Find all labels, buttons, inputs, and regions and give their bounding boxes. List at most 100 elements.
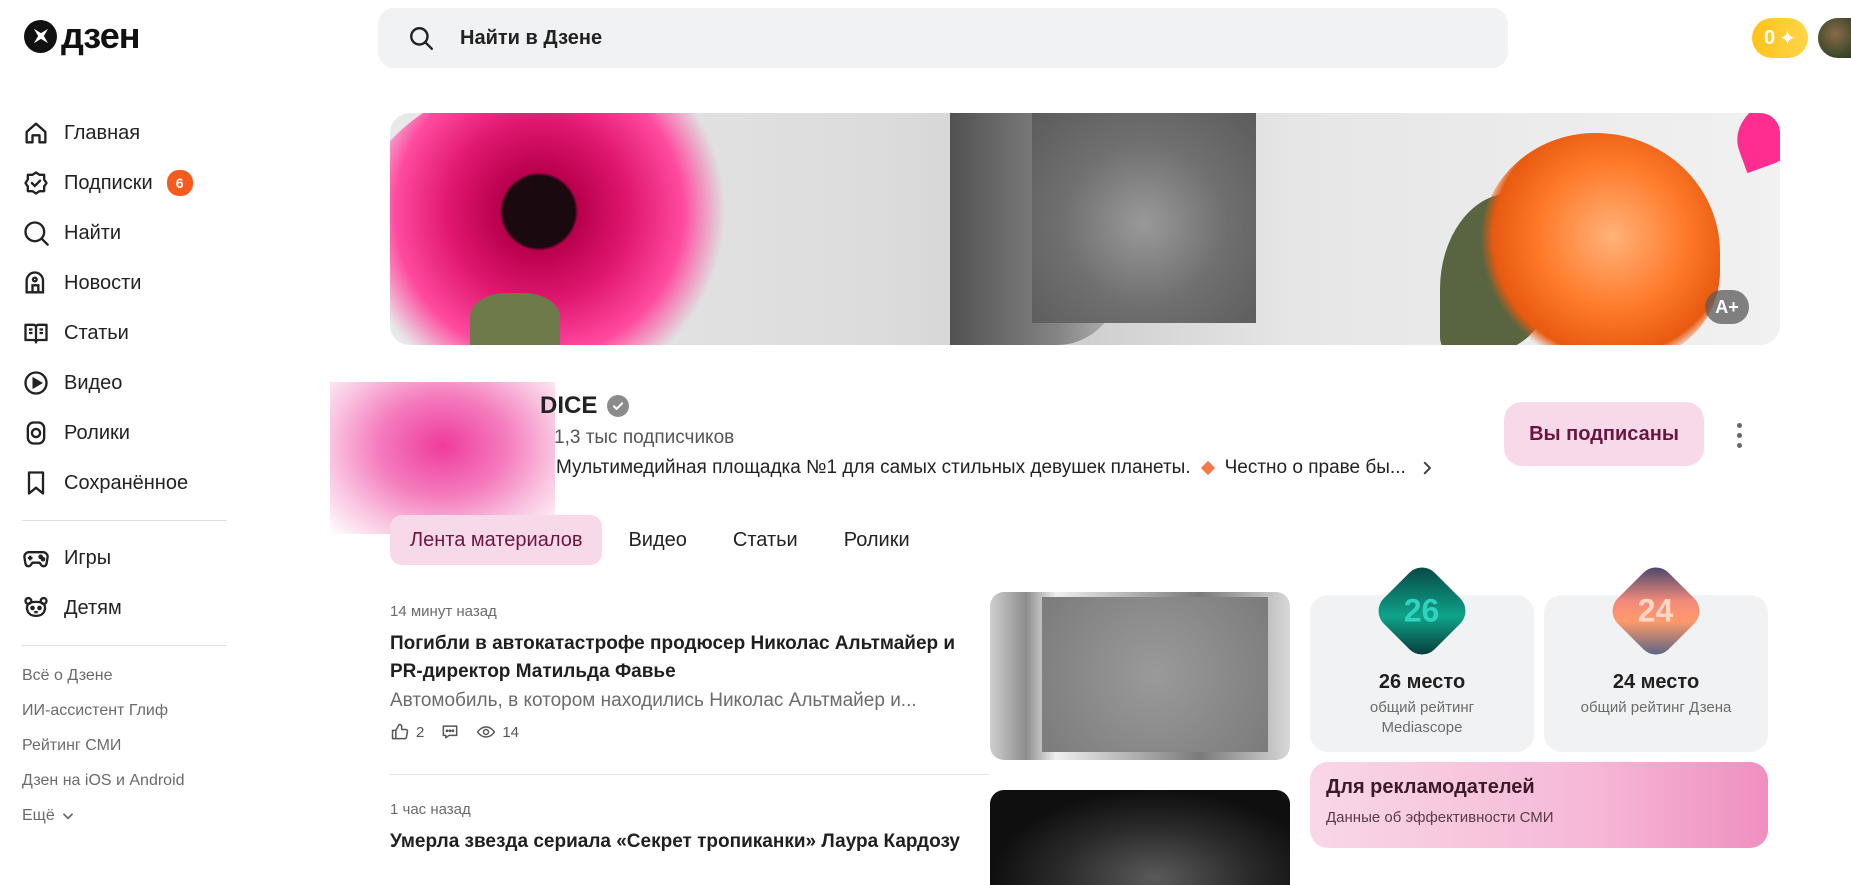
tab-video[interactable]: Видео (608, 515, 706, 565)
kids-icon (24, 596, 48, 618)
shorts-icon (26, 421, 46, 445)
feed-item-title[interactable]: Погибли в автокатастрофе продюсер Никола… (390, 630, 980, 686)
banner-blurred-area (1032, 113, 1256, 323)
banner-stem-image (470, 293, 560, 345)
video-icon (24, 371, 48, 395)
description-part-2: Честно о праве бы... (1224, 457, 1406, 478)
feed-item[interactable]: 14 минут назад Погибли в автокатастрофе … (390, 603, 980, 742)
feed-item-snippet: Автомобиль, в котором находились Николас… (390, 690, 917, 711)
subscriptions-badge: 6 (166, 170, 193, 196)
like-count: 2 (416, 723, 425, 741)
feed-item-thumbnail[interactable] (990, 790, 1290, 885)
sidebar-item-news[interactable]: Новости (22, 258, 227, 308)
banner-rose-image (1480, 133, 1720, 345)
views-count: 14 (502, 723, 520, 741)
rating-description: общий рейтинг Дзена (1580, 699, 1732, 716)
sidebar-item-search[interactable]: Найти (22, 208, 227, 258)
sidebar-item-subscriptions[interactable]: Подписки 6 (22, 158, 227, 208)
sidebar-item-saved[interactable]: Сохранённое (22, 458, 227, 508)
coins-count: 0 (1764, 26, 1776, 49)
sidebar-item-label: Видео (64, 371, 123, 394)
more-options-icon[interactable] (1726, 418, 1752, 452)
tab-shorts[interactable]: Ролики (824, 515, 930, 565)
rating-number: 26 (1404, 592, 1440, 629)
verified-icon (607, 395, 630, 417)
rating-place: 24 место (1612, 671, 1700, 693)
footer-link-assistant[interactable]: ИИ-ассистент Глиф (22, 693, 227, 728)
sidebar-item-articles[interactable]: Статьи (22, 308, 227, 358)
sidebar-item-label: Подписки (64, 171, 153, 194)
advertisers-subtitle: Данные об эффективности СМИ (1326, 809, 1554, 826)
sidebar-item-label: Ролики (64, 421, 130, 444)
channel-description[interactable]: Мультимедийная площадка №1 для самых сти… (556, 457, 1436, 479)
dzen-star-icon (24, 19, 57, 53)
rating-place: 26 место (1378, 671, 1466, 693)
sidebar-item-label: Сохранённое (64, 471, 189, 494)
user-avatar[interactable] (1818, 18, 1851, 58)
sidebar-divider (22, 520, 227, 521)
subscribed-button[interactable]: Вы подписаны (1504, 402, 1704, 466)
feed-item-thumbnail[interactable] (990, 592, 1290, 760)
views-indicator: 14 (476, 722, 519, 742)
footer-link-apps[interactable]: Дзен на iOS и Android (22, 763, 227, 798)
home-icon (25, 122, 47, 144)
thumbnail-blurred-area (1042, 597, 1268, 752)
footer-link-more[interactable]: Ещё (22, 798, 227, 833)
comment-icon (442, 725, 458, 739)
thumbs-up-icon (391, 723, 409, 740)
channel-tabs: Лента материалов Видео Статьи Ролики (390, 515, 930, 565)
channel-name-text: DICE (540, 392, 598, 419)
feed-item-title[interactable]: Умерла звезда сериала «Секрет тропиканки… (390, 828, 980, 856)
subscriptions-icon (24, 171, 48, 195)
articles-icon (24, 323, 48, 344)
rating-gem-icon: 24 (1605, 560, 1707, 662)
feed-item-stats: 2 14 (390, 722, 980, 742)
more-label: Ещё (22, 807, 55, 824)
like-button[interactable]: 2 (390, 722, 424, 742)
font-size-button[interactable]: A+ (1705, 290, 1749, 324)
tab-articles[interactable]: Статьи (713, 515, 818, 565)
rating-number: 24 (1638, 592, 1674, 629)
sidebar-item-label: Главная (64, 121, 141, 144)
advertisers-card[interactable]: Для рекламодателей Данные об эффективнос… (1310, 762, 1768, 848)
sidebar: Главная Подписки 6 Найти Новости Статьи … (22, 108, 227, 833)
sidebar-item-shorts[interactable]: Ролики (22, 408, 227, 458)
coins-button[interactable]: 0 ✦ (1752, 18, 1808, 58)
news-icon (25, 271, 45, 294)
sparkle-icon: ✦ (1779, 27, 1796, 50)
channel-avatar[interactable] (330, 382, 555, 534)
chevron-right-icon[interactable] (1418, 459, 1436, 477)
feed-divider (390, 774, 990, 775)
footer-link-rating[interactable]: Рейтинг СМИ (22, 728, 227, 763)
feed-item-time: 14 минут назад (390, 603, 497, 620)
dzen-logo[interactable]: дзен (24, 15, 140, 56)
comment-button[interactable] (440, 722, 460, 742)
tab-feed[interactable]: Лента материалов (390, 515, 603, 565)
sidebar-item-label: Детям (64, 596, 122, 619)
sidebar-item-label: Найти (64, 221, 122, 244)
banner-flower-image (390, 113, 770, 345)
channel-banner (390, 113, 1780, 345)
sidebar-item-label: Игры (64, 546, 112, 569)
channel-name[interactable]: DICE (540, 392, 630, 420)
chevron-down-icon (62, 812, 73, 819)
sidebar-item-home[interactable]: Главная (22, 108, 227, 158)
sidebar-item-label: Новости (64, 271, 142, 294)
sidebar-item-video[interactable]: Видео (22, 358, 227, 408)
rating-card-mediascope[interactable]: 26 26 место общий рейтинг Mediascope (1310, 560, 1534, 752)
feed-item[interactable]: 1 час назад Умерла звезда сериала «Секре… (390, 801, 980, 856)
logo-text: дзен (61, 15, 140, 56)
description-part-1: Мультимедийная площадка №1 для самых сти… (556, 457, 1191, 478)
channel-subscribers: 1,3 тыс подписчиков (554, 427, 735, 448)
rating-card-dzen[interactable]: 24 24 место общий рейтинг Дзена (1544, 560, 1768, 752)
sidebar-divider (22, 645, 227, 646)
advertisers-title: Для рекламодателей (1326, 776, 1535, 798)
footer-link-about[interactable]: Всё о Дзене (22, 658, 227, 693)
search-input[interactable] (460, 26, 1360, 50)
rating-description: общий рейтинг Mediascope (1369, 699, 1475, 736)
search-bar[interactable] (378, 8, 1508, 68)
bookmark-icon (27, 471, 45, 495)
sidebar-item-games[interactable]: Игры (22, 533, 227, 583)
search-icon (24, 221, 49, 246)
sidebar-item-kids[interactable]: Детям (22, 583, 227, 633)
